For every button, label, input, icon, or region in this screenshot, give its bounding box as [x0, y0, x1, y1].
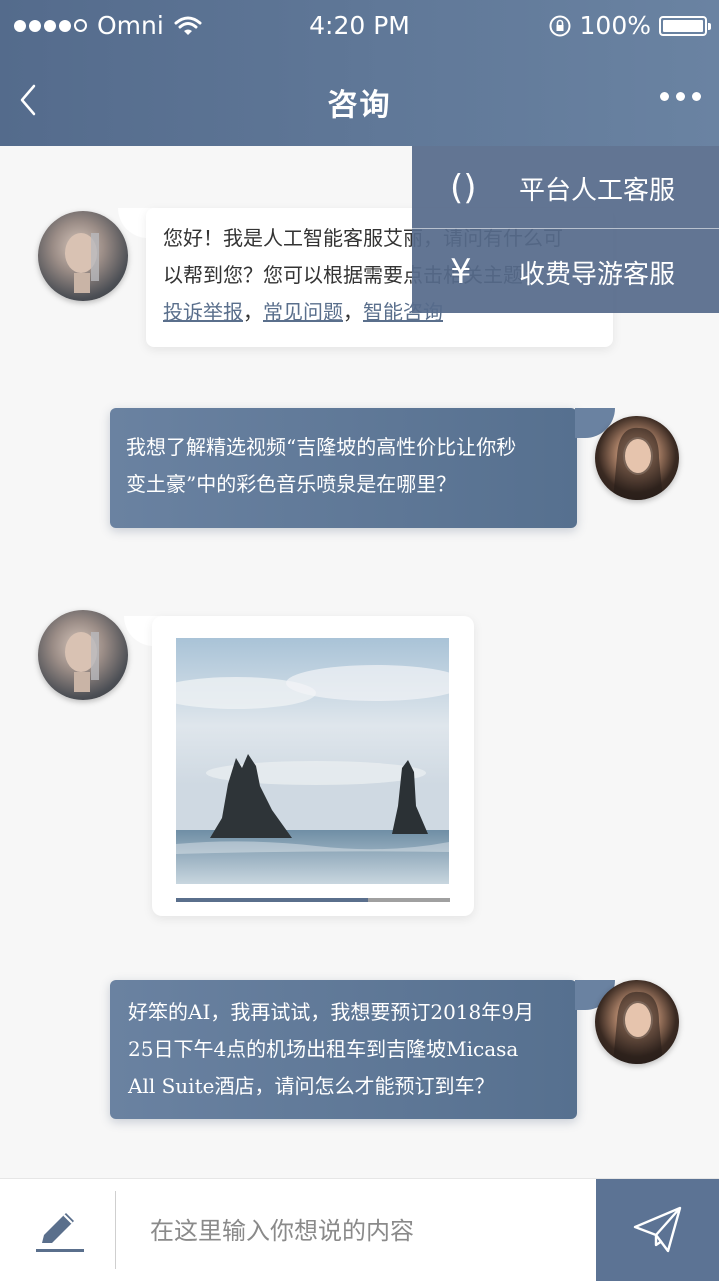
user-face-icon	[613, 427, 663, 500]
menu-item-platform-service[interactable]: () 平台人工客服	[412, 146, 719, 229]
message-input[interactable]	[148, 1207, 572, 1255]
send-button[interactable]	[596, 1179, 719, 1281]
edit-button[interactable]	[34, 1205, 86, 1257]
battery-percent: 100%	[579, 11, 651, 40]
video-progress-bar[interactable]	[176, 898, 450, 902]
more-button[interactable]	[660, 92, 701, 101]
link-complaint[interactable]: 投诉举报	[163, 300, 243, 324]
more-dot	[660, 92, 669, 101]
link-faq[interactable]: 常见问题	[263, 300, 343, 324]
user-face-icon	[613, 991, 663, 1064]
service-menu: () 平台人工客服 ¥ 收费导游客服	[412, 146, 719, 313]
divider	[115, 1191, 116, 1269]
video-thumbnail[interactable]	[176, 638, 449, 884]
more-dot	[692, 92, 701, 101]
separator: ，	[343, 300, 363, 324]
separator: ，	[243, 300, 263, 324]
rotation-lock-icon	[549, 15, 571, 36]
user-avatar[interactable]	[595, 980, 679, 1064]
menu-item-paid-guide[interactable]: ¥ 收费导游客服	[412, 230, 719, 312]
user-message-bubble: 好笨的AI，我再试试，我想要预订2018年9月 25日下午4点的机场出租车到吉隆…	[110, 980, 577, 1119]
message-text: 变土豪”中的彩色音乐喷泉是在哪里？	[126, 472, 457, 496]
paper-plane-icon	[633, 1206, 682, 1253]
yen-icon: ¥	[450, 252, 472, 292]
composer-bar	[0, 1178, 719, 1281]
video-message-card	[152, 616, 474, 916]
header: Omni 4:20 PM 100% 咨询	[0, 0, 719, 146]
menu-item-label: 收费导游客服	[518, 260, 675, 290]
more-dot	[676, 92, 685, 101]
page-title: 咨询	[327, 88, 392, 123]
status-bar: Omni 4:20 PM 100%	[0, 0, 719, 52]
ai-face-icon	[65, 632, 99, 692]
user-avatar[interactable]	[595, 416, 679, 500]
video-progress-fill	[176, 898, 368, 902]
user-message-bubble: 我想了解精选视频“吉隆坡的高性价比让你秒 变土豪”中的彩色音乐喷泉是在哪里？	[110, 408, 577, 528]
pencil-icon	[36, 1213, 84, 1252]
message-text: 我想了解精选视频“吉隆坡的高性价比让你秒	[126, 435, 517, 459]
nav-bar: 咨询	[0, 52, 719, 146]
ai-face-icon	[65, 233, 99, 293]
message-text: 25日下午4点的机场出租车到吉隆坡Micasa	[128, 1037, 519, 1061]
message-text: 好笨的AI，我再试试，我想要预订2018年9月	[128, 1000, 534, 1024]
menu-item-label: 平台人工客服	[518, 176, 675, 206]
status-right: 100%	[548, 11, 711, 40]
message-text: All Suite酒店，请问怎么才能预订到车？	[128, 1074, 495, 1098]
battery-icon	[659, 15, 711, 36]
ai-avatar[interactable]	[38, 211, 128, 301]
parentheses-icon: ()	[450, 168, 477, 208]
ai-avatar[interactable]	[38, 610, 128, 700]
